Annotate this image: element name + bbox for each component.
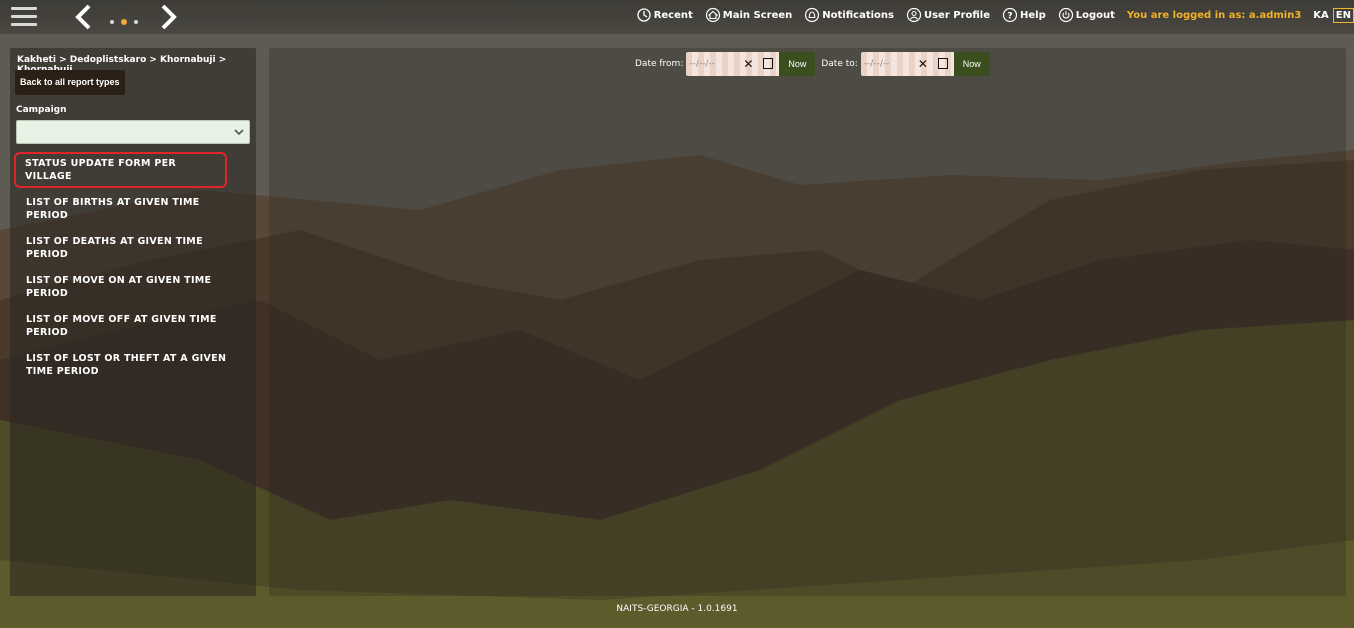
forward-arrow-icon[interactable] <box>157 4 179 30</box>
calendar-to-icon[interactable] <box>937 58 948 69</box>
help-icon: ? <box>1002 7 1018 23</box>
lang-ka-button[interactable]: KA <box>1313 10 1329 21</box>
top-menu: Recent Main Screen Notifications User Pr… <box>636 0 1354 30</box>
svg-text:?: ? <box>1007 12 1012 22</box>
user-icon <box>906 7 922 23</box>
date-to-placeholder: --/--/-- <box>863 59 890 69</box>
menu-recent-label: Recent <box>653 9 693 21</box>
chevron-down-icon <box>234 129 244 136</box>
home-icon <box>705 7 720 23</box>
menu-logout-label: Logout <box>1075 9 1115 21</box>
menu-user-profile[interactable]: User Profile <box>906 7 990 23</box>
history-dots-icon <box>110 19 138 25</box>
menu-recent[interactable]: Recent <box>636 7 693 23</box>
menu-help-label: Help <box>1020 9 1046 21</box>
menu-main-screen[interactable]: Main Screen <box>705 7 792 23</box>
recent-icon <box>637 8 651 22</box>
date-from-input[interactable]: --/--/-- ✕ <box>686 52 780 76</box>
lang-en-button[interactable]: EN <box>1332 7 1354 23</box>
clear-date-to-icon[interactable]: ✕ <box>918 57 928 71</box>
back-to-report-types-button[interactable]: Back to all report types <box>15 70 125 95</box>
report-move-off[interactable]: LIST OF MOVE OFF AT GIVEN TIME PERIOD <box>16 310 252 342</box>
date-to-input[interactable]: --/--/-- ✕ <box>860 52 954 76</box>
menu-main-screen-label: Main Screen <box>722 9 793 21</box>
date-filter-bar: Date from: --/--/-- ✕ Now Date to: --/--… <box>635 52 996 76</box>
footer-version: NAITS-GEORGIA - 1.0.1691 <box>616 604 738 614</box>
hamburger-menu-icon[interactable] <box>11 7 37 27</box>
report-deaths[interactable]: LIST OF DEATHS AT GIVEN TIME PERIOD <box>16 232 252 264</box>
main-content-area <box>269 48 1346 596</box>
report-status-update-form[interactable]: STATUS UPDATE FORM PER VILLAGE <box>14 152 227 188</box>
menu-notifications-label: Notifications <box>822 9 894 21</box>
date-from-placeholder: --/--/-- <box>689 59 715 69</box>
report-move-on[interactable]: LIST OF MOVE ON AT GIVEN TIME PERIOD <box>16 271 252 303</box>
campaign-select[interactable] <box>16 120 250 144</box>
menu-user-profile-label: User Profile <box>923 9 990 21</box>
top-bar: Recent Main Screen Notifications User Pr… <box>0 0 1354 34</box>
power-icon <box>1058 7 1073 23</box>
menu-logout[interactable]: Logout <box>1058 7 1115 23</box>
back-arrow-icon[interactable] <box>73 4 95 30</box>
bell-icon <box>805 7 820 23</box>
date-from-now-button[interactable]: Now <box>779 52 816 76</box>
menu-notifications[interactable]: Notifications <box>804 7 894 23</box>
report-births[interactable]: LIST OF BIRTHS AT GIVEN TIME PERIOD <box>16 193 252 225</box>
date-to-label: Date to: <box>821 59 858 69</box>
report-sidebar: Kakheti > Dedoplistskaro > Khornabuji > … <box>10 48 256 596</box>
campaign-label: Campaign <box>16 105 67 115</box>
date-from-label: Date from: <box>635 59 684 69</box>
calendar-from-icon[interactable] <box>763 58 774 69</box>
logged-in-user: You are logged in as: a.admin3 <box>1126 9 1302 21</box>
date-to-now-button[interactable]: Now <box>953 52 990 76</box>
clear-date-from-icon[interactable]: ✕ <box>743 57 753 71</box>
menu-help[interactable]: ? Help <box>1002 7 1046 23</box>
report-list: STATUS UPDATE FORM PER VILLAGE LIST OF B… <box>14 152 252 388</box>
report-lost-or-theft[interactable]: LIST OF LOST OR THEFT AT A GIVEN TIME PE… <box>16 349 252 381</box>
